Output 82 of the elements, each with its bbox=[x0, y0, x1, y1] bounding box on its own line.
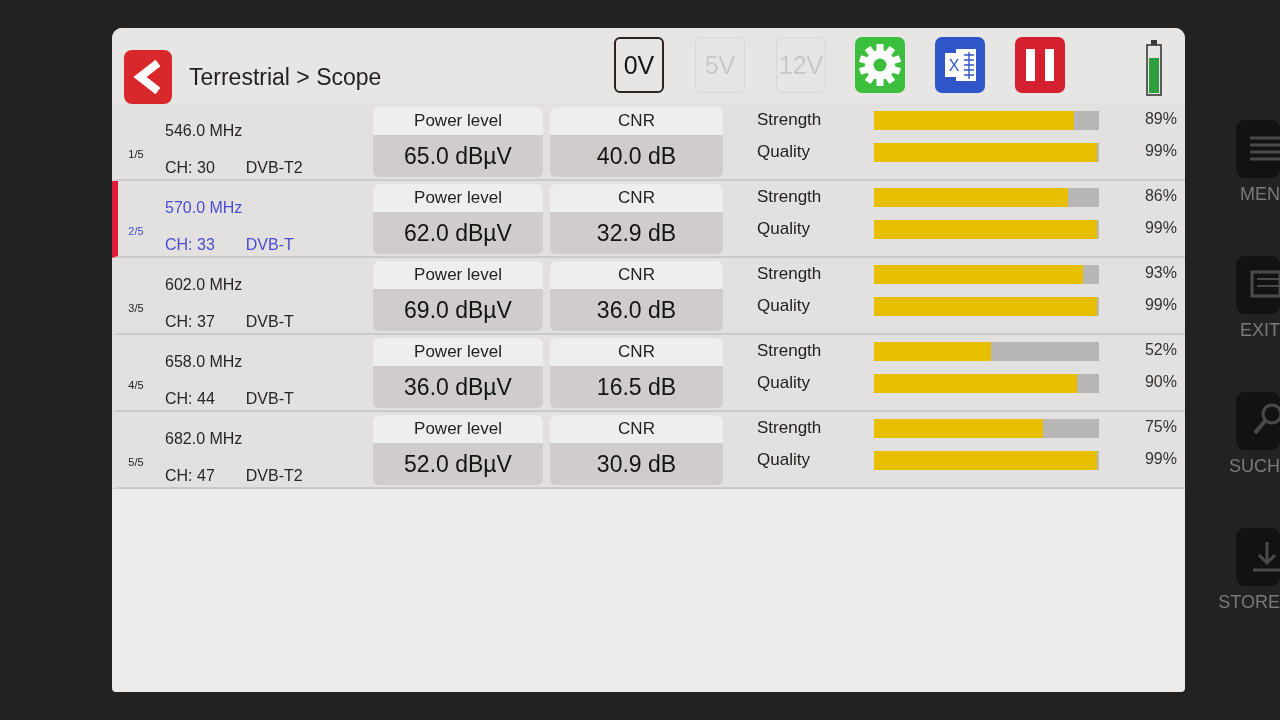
meter-label: Quality bbox=[757, 219, 810, 239]
panel-label: Power level bbox=[373, 415, 543, 443]
panel-label: Power level bbox=[373, 261, 543, 289]
frequency-text: 546.0 MHz bbox=[165, 121, 243, 141]
standard-text: DVB-T2 bbox=[245, 158, 303, 178]
meter-reading: 99% bbox=[1144, 142, 1177, 160]
battery-icon bbox=[1146, 40, 1162, 96]
channel-index: 1/5 bbox=[128, 148, 144, 161]
panel-label: CNR bbox=[550, 261, 723, 289]
frequency-text: 682.0 MHz bbox=[165, 429, 243, 449]
meter-label: Quality bbox=[757, 450, 810, 470]
channel-index: 5/5 bbox=[128, 456, 144, 469]
channel-index: 2/5 bbox=[128, 225, 144, 238]
channel-number: CH: 33 bbox=[165, 235, 215, 255]
panel-label: Power level bbox=[373, 184, 543, 212]
frequency-text: 602.0 MHz bbox=[165, 275, 243, 295]
pause-button[interactable] bbox=[1015, 37, 1065, 93]
settings-button[interactable] bbox=[855, 37, 905, 93]
channel-number: CH: 30 bbox=[165, 158, 215, 178]
meter-label: Strength bbox=[757, 110, 822, 130]
gear-icon bbox=[858, 43, 902, 87]
list-icon[interactable] bbox=[1236, 120, 1280, 178]
screen-title: Terrestrial > Scope bbox=[189, 64, 382, 90]
meter-label: Strength bbox=[757, 264, 822, 284]
frequency-text: 570.0 MHz bbox=[165, 198, 243, 218]
panel-value: 36.0 dB bbox=[595, 296, 678, 325]
channel-row[interactable]: 1/5 546.0 MHz CH: 30 DVB-T2 Power level 65.0 dBµV CNR 40.0 dB Strength 89% Quality 99% bbox=[112, 104, 1185, 181]
panel-value: 30.9 dB bbox=[595, 450, 678, 479]
panel-value: 69.0 dBµV bbox=[403, 296, 513, 325]
meter-reading: 75% bbox=[1144, 418, 1177, 436]
panel-value: 40.0 dB bbox=[595, 142, 678, 171]
meter-reading: 99% bbox=[1144, 219, 1177, 237]
window-icon[interactable] bbox=[1236, 256, 1280, 314]
channel-index: 3/5 bbox=[128, 302, 144, 315]
channel-row[interactable]: 3/5 602.0 MHz CH: 37 DVB-T Power level 69.0 dBµV CNR 36.0 dB Strength 93% Quality 99% bbox=[112, 258, 1185, 335]
meter-reading: 89% bbox=[1144, 110, 1177, 128]
panel-value: 32.9 dB bbox=[595, 219, 678, 248]
meter-reading: 90% bbox=[1144, 373, 1177, 391]
key-label: SUCH bbox=[1229, 456, 1280, 476]
panel-value: 36.0 dBµV bbox=[403, 373, 513, 402]
channel-index: 4/5 bbox=[128, 379, 144, 392]
channel-number: CH: 37 bbox=[165, 312, 215, 332]
key-label: MEN bbox=[1240, 184, 1280, 204]
meter-reading: 86% bbox=[1144, 187, 1177, 205]
key-label: EXIT bbox=[1240, 320, 1280, 340]
standard-text: DVB-T2 bbox=[245, 466, 303, 486]
meter-label: Strength bbox=[757, 187, 822, 207]
meter-label: Strength bbox=[757, 418, 822, 438]
panel-label: CNR bbox=[550, 415, 723, 443]
meter-label: Strength bbox=[757, 341, 822, 361]
download-icon[interactable] bbox=[1236, 528, 1280, 586]
standard-text: DVB-T bbox=[245, 235, 294, 255]
meter-label: Quality bbox=[757, 373, 810, 393]
channel-row[interactable]: 4/5 658.0 MHz CH: 44 DVB-T Power level 36.0 dBµV CNR 16.5 dB Strength 52% Quality 90% bbox=[112, 335, 1185, 412]
key-label: STORE bbox=[1218, 592, 1280, 612]
voltage-button[interactable]: 0V bbox=[614, 37, 664, 93]
panel-label: Power level bbox=[373, 338, 543, 366]
channel-row[interactable]: 2/5 570.0 MHz CH: 33 DVB-T Power level 62.0 dBµV CNR 32.9 dB Strength 86% Quality 99% bbox=[112, 181, 1185, 258]
frequency-text: 658.0 MHz bbox=[165, 352, 243, 372]
panel-label: CNR bbox=[550, 184, 723, 212]
channel-number: CH: 44 bbox=[165, 389, 215, 409]
meter-reading: 99% bbox=[1144, 296, 1177, 314]
search-icon[interactable] bbox=[1236, 392, 1280, 450]
meter-reading: 93% bbox=[1144, 264, 1177, 282]
panel-value: 52.0 dBµV bbox=[403, 450, 513, 479]
meter-label: Quality bbox=[757, 142, 810, 162]
meter-reading: 52% bbox=[1144, 341, 1177, 359]
standard-text: DVB-T bbox=[245, 312, 294, 332]
panel-label: CNR bbox=[550, 338, 723, 366]
back-button[interactable] bbox=[124, 50, 172, 104]
channel-row[interactable]: 5/5 682.0 MHz CH: 47 DVB-T2 Power level 52.0 dBµV CNR 30.9 dB Strength 75% Quality 99% bbox=[112, 412, 1185, 489]
standard-text: DVB-T bbox=[245, 389, 294, 409]
meter-label: Quality bbox=[757, 296, 810, 316]
meter-reading: 99% bbox=[1144, 450, 1177, 468]
panel-value: 16.5 dB bbox=[595, 373, 678, 402]
pause-icon bbox=[1026, 49, 1054, 81]
panel-label: CNR bbox=[550, 107, 723, 135]
spreadsheet-button[interactable]: X bbox=[935, 37, 985, 93]
panel-value: 65.0 dBµV bbox=[403, 142, 513, 171]
channel-number: CH: 47 bbox=[165, 466, 215, 486]
panel-value: 62.0 dBµV bbox=[403, 219, 513, 248]
panel-label: Power level bbox=[373, 107, 543, 135]
